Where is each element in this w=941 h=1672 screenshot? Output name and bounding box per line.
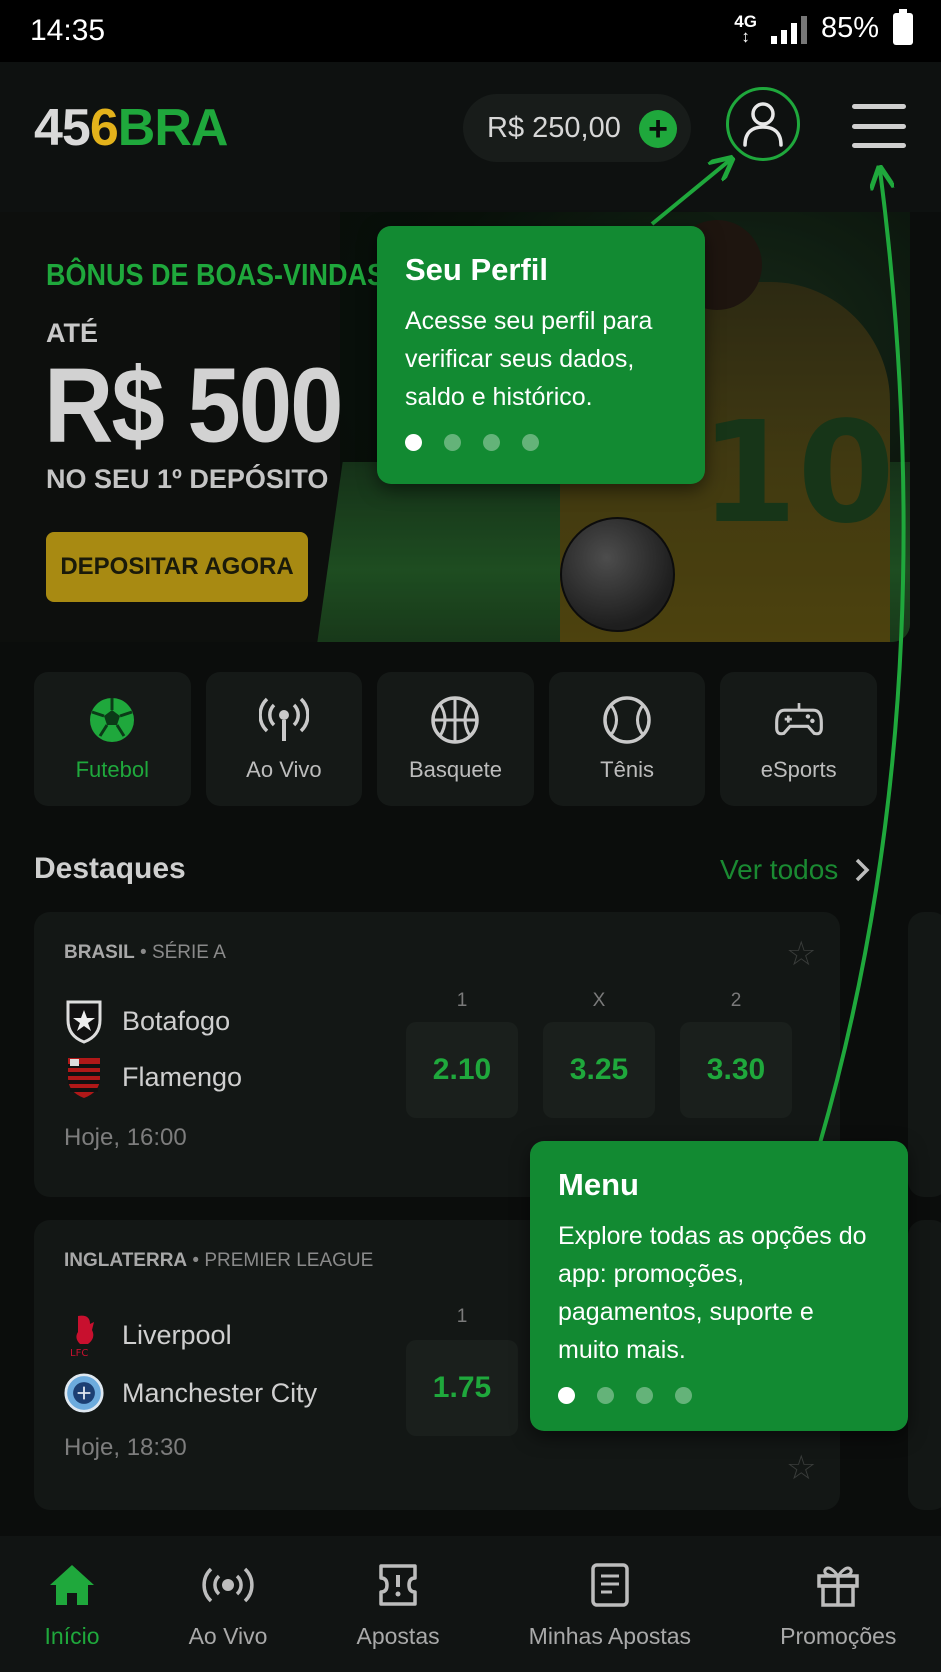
tooltip-body: Explore todas as opções do app: promoçõe… [558,1222,867,1364]
team-home: LFC Liverpool [64,1312,232,1358]
gift-icon [812,1559,864,1611]
team-home: Botafogo [64,998,230,1044]
pagination-dot[interactable] [675,1387,692,1404]
basketball-icon [431,696,480,744]
tooltip-pagination [405,434,677,451]
pagination-dot[interactable] [483,434,500,451]
match-league: BRASIL • SÉRIE A [64,942,226,963]
tooltip-pagination [558,1387,880,1404]
section-title-destaques: Destaques [34,852,186,885]
bottom-navigation: Início Ao Vivo Apostas Minhas Apostas Pr… [0,1536,941,1672]
category-futebol[interactable]: Futebol [34,672,191,806]
chevron-right-icon [856,858,870,882]
sport-categories: Futebol Ao Vivo Basquete Tênis eSports [34,672,877,806]
svg-text:LFC: LFC [70,1348,88,1358]
menu-tooltip[interactable]: Menu Explore todas as opções do app: pro… [530,1141,908,1431]
ticket-icon [372,1559,424,1611]
pagination-dot[interactable] [597,1387,614,1404]
pagination-dot[interactable] [522,434,539,451]
profile-button[interactable] [726,87,800,161]
nav-item-promocoes[interactable]: Promoções [780,1559,896,1650]
profile-tooltip[interactable]: Seu Perfil Acesse seu perfil para verifi… [377,226,705,484]
gamepad-icon [774,703,823,736]
bonus-kicker: BÔNUS DE BOAS-VINDAS [46,258,386,292]
botafogo-crest-icon [64,998,104,1044]
next-match-card-peek[interactable] [908,912,941,1197]
match-league: INGLATERRA • PREMIER LEAGUE [64,1250,374,1271]
soccer-ball-icon [90,698,135,742]
add-funds-button[interactable]: + [639,110,677,148]
category-ao-vivo[interactable]: Ao Vivo [205,672,363,806]
pagination-dot[interactable] [444,434,461,451]
favorite-star-icon[interactable]: ☆ [786,934,816,974]
category-tenis[interactable]: Tênis [548,672,706,806]
battery-icon [893,8,913,45]
favorite-star-icon[interactable]: ☆ [786,1448,816,1488]
broadcast-icon [258,697,309,741]
app-header: 456BRA R$ 250,00 + [0,62,941,212]
category-esports[interactable]: eSports [720,672,877,806]
flamengo-crest-icon [64,1054,104,1100]
status-time: 14:35 [30,14,106,47]
odd-label-draw: X [592,990,606,1011]
app-logo[interactable]: 456BRA [34,98,228,158]
balance-amount: R$ 250,00 [487,111,621,144]
signal-icon [770,14,807,44]
status-icons: 4G ↕ 85% [734,8,913,46]
battery-percent: 85% [820,12,879,44]
bonus-subtitle: NO SEU 1º DEPÓSITO [46,464,329,494]
tennis-ball-icon [603,696,651,744]
user-icon [743,102,783,147]
bonus-amount: R$ 500 [44,347,344,465]
tooltip-title: Menu [558,1167,639,1202]
category-basquete[interactable]: Basquete [377,672,534,806]
team-away: Manchester City [64,1370,317,1416]
hamburger-icon-line [852,104,906,109]
match-time: Hoje, 16:00 [64,1124,187,1151]
status-bar: 14:35 4G ↕ 85% [0,0,941,62]
odd-button-home[interactable]: 1.75 [406,1340,518,1436]
pagination-dot-active[interactable] [405,434,422,451]
odd-button-draw[interactable]: 3.25 [543,1022,655,1118]
menu-button[interactable] [852,104,906,148]
nav-item-minhas-apostas[interactable]: Minhas Apostas [529,1559,691,1650]
odd-label-home: 1 [456,1306,468,1327]
balance-pill[interactable]: R$ 250,00 + [463,94,691,162]
odd-label-home: 1 [456,990,468,1011]
bonus-up-to: ATÉ [46,318,98,348]
tooltip-body: Acesse seu perfil para verificar seus da… [405,307,653,411]
live-icon [202,1559,254,1611]
pagination-dot[interactable] [636,1387,653,1404]
home-icon [46,1559,98,1611]
see-all-link[interactable]: Ver todos [720,854,870,886]
odd-button-away[interactable]: 3.30 [680,1022,792,1118]
pagination-dot-active[interactable] [558,1387,575,1404]
nav-item-apostas[interactable]: Apostas [357,1559,440,1650]
receipt-icon [584,1559,636,1611]
match-time: Hoje, 18:30 [64,1434,187,1461]
liverpool-crest-icon: LFC [64,1312,104,1358]
tooltip-title: Seu Perfil [405,252,548,287]
nav-item-ao-vivo[interactable]: Ao Vivo [189,1559,267,1650]
nav-item-inicio[interactable]: Início [45,1559,100,1650]
odd-label-away: 2 [730,990,742,1011]
odd-button-home[interactable]: 2.10 [406,1022,518,1118]
manchester-city-crest-icon [64,1370,104,1416]
team-away: Flamengo [64,1054,242,1100]
network-4g-icon: 4G ↕ [734,11,757,46]
deposit-now-button[interactable]: DEPOSITAR AGORA [46,532,308,602]
next-match-card-peek[interactable] [908,1220,941,1510]
